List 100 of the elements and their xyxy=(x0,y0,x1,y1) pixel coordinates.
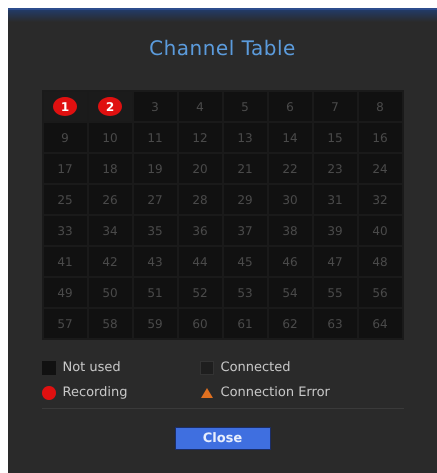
channel-number: 10 xyxy=(102,130,118,144)
channel-cell[interactable]: 37 xyxy=(224,216,266,245)
channel-cell[interactable]: 43 xyxy=(134,247,176,276)
channel-cell[interactable]: 31 xyxy=(314,185,356,214)
channel-number: 63 xyxy=(327,316,343,330)
channel-number: 62 xyxy=(282,316,298,330)
channel-cell[interactable]: 52 xyxy=(178,278,222,307)
channel-cell[interactable]: 47 xyxy=(314,247,356,276)
channel-number: 25 xyxy=(57,192,73,206)
channel-cell[interactable]: 14 xyxy=(268,123,312,152)
channel-number: 4 xyxy=(196,100,204,114)
channel-cell[interactable]: 6 xyxy=(268,92,312,121)
channel-cell[interactable]: 17 xyxy=(44,154,86,183)
channel-number: 56 xyxy=(372,286,388,300)
channel-cell[interactable]: 13 xyxy=(224,123,266,152)
channel-cell[interactable]: 16 xyxy=(358,123,402,152)
channel-number: 3 xyxy=(151,100,159,114)
channel-cell[interactable]: 42 xyxy=(88,247,132,276)
channel-cell[interactable]: 23 xyxy=(314,154,356,183)
recording-marker: 2 xyxy=(98,97,122,116)
channel-number: 52 xyxy=(192,286,208,300)
channel-number: 51 xyxy=(147,286,163,300)
channel-cell[interactable]: 44 xyxy=(178,247,222,276)
channel-number: 61 xyxy=(237,316,253,330)
channel-cell[interactable]: 56 xyxy=(358,278,402,307)
channel-cell[interactable]: 59 xyxy=(134,309,176,338)
channel-cell[interactable]: 12 xyxy=(178,123,222,152)
channel-cell[interactable]: 8 xyxy=(358,92,402,121)
channel-cell[interactable]: 11 xyxy=(134,123,176,152)
channel-number: 58 xyxy=(102,316,118,330)
channel-cell[interactable]: 55 xyxy=(314,278,356,307)
close-button[interactable]: Close xyxy=(174,427,270,450)
channel-cell[interactable]: 36 xyxy=(178,216,222,245)
channel-cell[interactable]: 28 xyxy=(178,185,222,214)
channel-cell[interactable]: 5 xyxy=(224,92,266,121)
legend-label: Not used xyxy=(62,360,121,375)
channel-cell[interactable]: 53 xyxy=(224,278,266,307)
channel-number: 34 xyxy=(102,224,118,238)
recording-dot-icon xyxy=(42,386,56,400)
channel-cell[interactable]: 21 xyxy=(224,154,266,183)
channel-number: 43 xyxy=(147,254,163,268)
legend-label: Recording xyxy=(62,385,128,400)
channel-cell[interactable]: 50 xyxy=(88,278,132,307)
channel-cell[interactable]: 57 xyxy=(44,309,86,338)
channel-cell[interactable]: 26 xyxy=(88,185,132,214)
channel-cell[interactable]: 48 xyxy=(358,247,402,276)
channel-cell[interactable]: 63 xyxy=(314,309,356,338)
channel-number: 19 xyxy=(147,162,163,176)
legend-label: Connected xyxy=(220,360,291,375)
channel-cell[interactable]: 3 xyxy=(134,92,176,121)
channel-cell[interactable]: 35 xyxy=(134,216,176,245)
channel-cell[interactable]: 15 xyxy=(314,123,356,152)
channel-cell[interactable]: 46 xyxy=(268,247,312,276)
channel-number: 5 xyxy=(241,100,249,114)
channel-cell[interactable]: 19 xyxy=(134,154,176,183)
channel-cell[interactable]: 10 xyxy=(88,123,132,152)
channel-cell[interactable]: 25 xyxy=(44,185,86,214)
channel-number: 22 xyxy=(282,162,298,176)
channel-number: 45 xyxy=(237,254,253,268)
channel-number: 44 xyxy=(192,254,208,268)
channel-cell[interactable]: 38 xyxy=(268,216,312,245)
channel-cell[interactable]: 62 xyxy=(268,309,312,338)
channel-number: 21 xyxy=(237,162,253,176)
channel-cell[interactable]: 32 xyxy=(358,185,402,214)
channel-cell[interactable]: 49 xyxy=(44,278,86,307)
channel-cell[interactable]: 40 xyxy=(358,216,402,245)
channel-cell[interactable]: 24 xyxy=(358,154,402,183)
channel-cell[interactable]: 33 xyxy=(44,216,86,245)
channel-cell[interactable]: 20 xyxy=(178,154,222,183)
channel-cell[interactable]: 27 xyxy=(134,185,176,214)
channel-cell[interactable]: 39 xyxy=(314,216,356,245)
channel-cell[interactable]: 34 xyxy=(88,216,132,245)
channel-cell[interactable]: 41 xyxy=(44,247,86,276)
channel-cell[interactable]: 7 xyxy=(314,92,356,121)
channel-number: 39 xyxy=(327,224,343,238)
channel-number: 15 xyxy=(327,130,343,144)
channel-cell[interactable]: 18 xyxy=(88,154,132,183)
channel-cell[interactable]: 64 xyxy=(358,309,402,338)
channel-cell[interactable]: 60 xyxy=(178,309,222,338)
legend-label: Connection Error xyxy=(220,385,330,400)
channel-cell[interactable]: 54 xyxy=(268,278,312,307)
channel-cell[interactable]: 22 xyxy=(268,154,312,183)
channel-cell[interactable]: 51 xyxy=(134,278,176,307)
channel-number: 13 xyxy=(237,130,253,144)
channel-cell[interactable]: 30 xyxy=(268,185,312,214)
channel-number: 42 xyxy=(102,254,118,268)
channel-cell[interactable]: 58 xyxy=(88,309,132,338)
channel-number: 24 xyxy=(372,162,388,176)
channel-number: 16 xyxy=(372,130,388,144)
channel-number: 11 xyxy=(147,130,163,144)
channel-number: 17 xyxy=(57,162,73,176)
channel-cell[interactable]: 61 xyxy=(224,309,266,338)
channel-cell[interactable]: 9 xyxy=(44,123,86,152)
channel-cell[interactable]: 45 xyxy=(224,247,266,276)
channel-number: 31 xyxy=(327,192,343,206)
channel-number: 14 xyxy=(282,130,298,144)
channel-cell[interactable]: 4 xyxy=(178,92,222,121)
channel-number: 40 xyxy=(372,224,388,238)
channel-cell[interactable]: 29 xyxy=(224,185,266,214)
warning-triangle-icon xyxy=(200,386,214,398)
